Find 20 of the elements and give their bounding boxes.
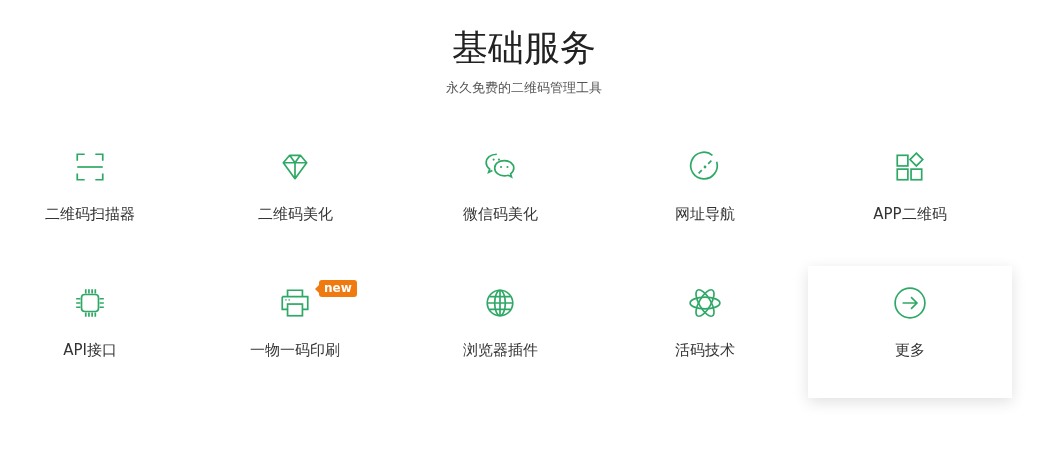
service-card[interactable]: 更多: [808, 266, 1012, 398]
chip-icon: [73, 286, 107, 320]
arrow-circle-icon: [893, 286, 927, 320]
service-label: API接口: [63, 340, 117, 360]
atom-icon: [688, 286, 722, 320]
globe-icon: [483, 286, 517, 320]
service-label: 活码技术: [675, 340, 735, 360]
service-label: 一物一码印刷: [250, 340, 340, 360]
service-label: APP二维码: [873, 204, 947, 224]
service-label: 二维码美化: [257, 204, 333, 224]
section-title: 基础服务: [451, 26, 596, 70]
service-label: 更多: [895, 340, 925, 360]
service-label: 浏览器插件: [462, 340, 538, 360]
service-label: 微信码美化: [462, 204, 538, 224]
apps-icon: [893, 150, 927, 184]
printer-icon: [278, 286, 312, 320]
service-label: 二维码扫描器: [45, 204, 135, 224]
service-label: 网址导航: [675, 204, 735, 224]
section-subtitle: 永久免费的二维码管理工具: [445, 79, 602, 97]
scan-icon: [73, 150, 107, 184]
